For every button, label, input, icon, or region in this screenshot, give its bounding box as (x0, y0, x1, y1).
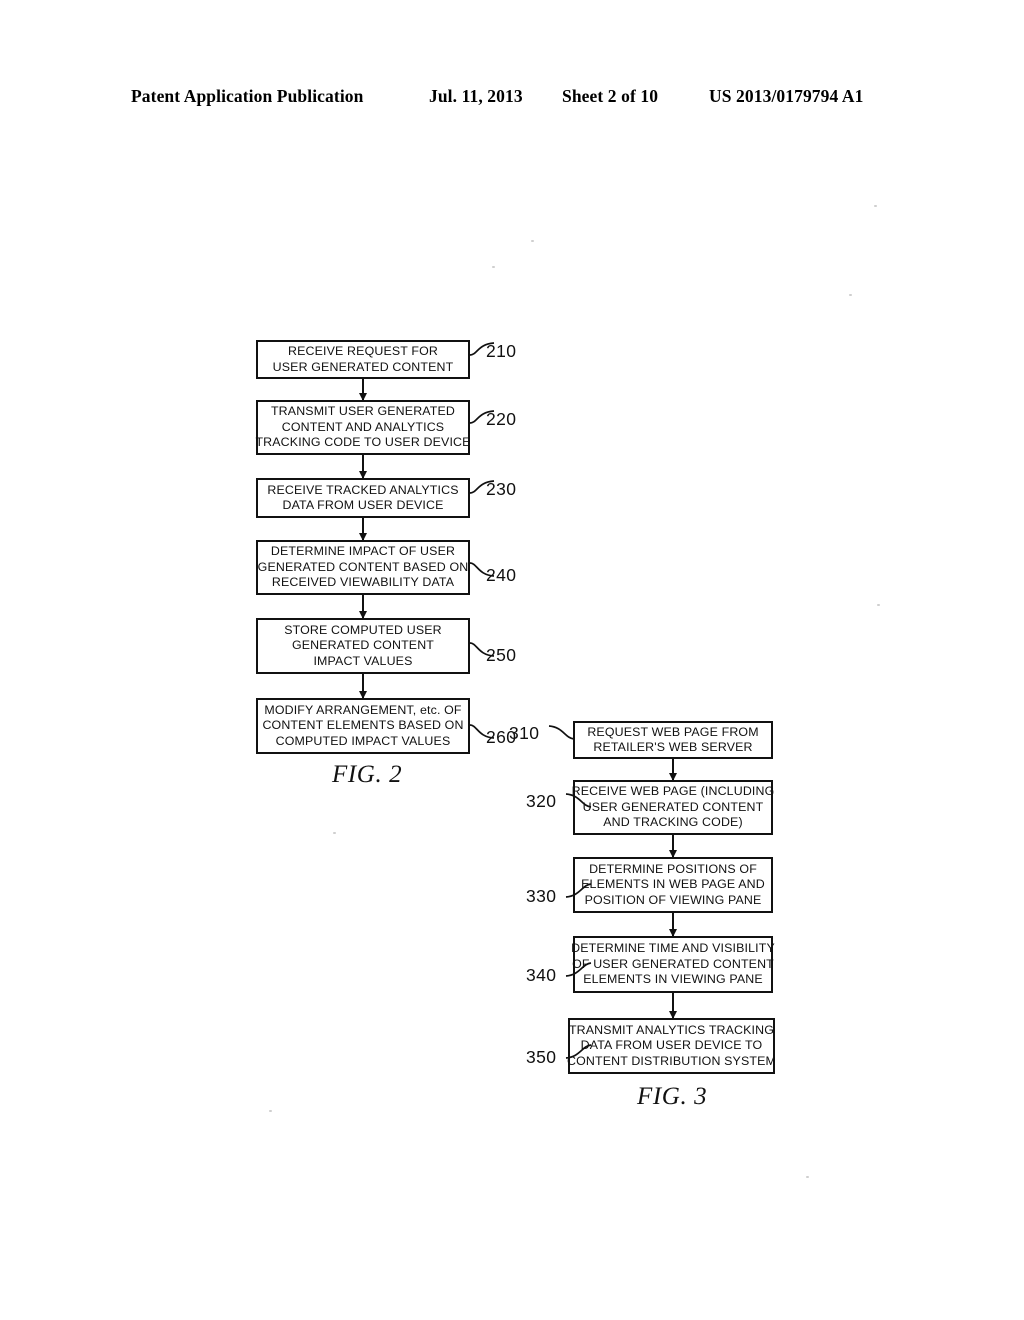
flowchart-step-250: STORE COMPUTED USER GENERATED CONTENT IM… (256, 618, 470, 674)
step-230-line-1: RECEIVE TRACKED ANALYTICS (267, 482, 459, 497)
sheet-header: Patent Application Publication Jul. 11, … (0, 86, 1024, 112)
step-320-line-1: RECEIVE WEB PAGE (INCLUDING (571, 784, 775, 799)
step-340-line-2: OF USER GENERATED CONTENT (572, 956, 774, 971)
step-260-line-3: COMPUTED IMPACT VALUES (275, 733, 451, 748)
flowchart-step-340: DETERMINE TIME AND VISIBILITY OF USER GE… (571, 936, 775, 993)
figure-2-caption: FIG. 2 (332, 761, 403, 788)
reference-numeral-350: 350 (526, 1047, 557, 1067)
step-350-line-2: DATA FROM USER DEVICE TO (580, 1038, 763, 1053)
reference-numeral-330: 330 (526, 886, 557, 906)
connector-210-220 (362, 379, 364, 400)
scan-speckle (874, 205, 877, 207)
connector-250-260 (362, 674, 364, 698)
reference-numeral-220: 220 (486, 409, 517, 429)
scan-speckle (531, 240, 534, 242)
flowchart-step-310: REQUEST WEB PAGE FROM RETAILER'S WEB SER… (573, 721, 773, 759)
reference-numeral-210: 210 (486, 341, 517, 361)
step-220-line-1: TRANSMIT USER GENERATED (270, 404, 456, 419)
step-240-line-3: RECEIVED VIEWABILITY DATA (271, 575, 455, 590)
step-250-line-1: STORE COMPUTED USER (284, 622, 442, 637)
step-260-line-2: CONTENT ELEMENTS BASED ON (262, 718, 464, 733)
header-publication-label: Patent Application Publication (131, 86, 364, 106)
leader-line-330 (565, 883, 592, 898)
step-220-line-3: TRACKING CODE TO USER DEVICE (255, 435, 471, 450)
scan-speckle (806, 1176, 809, 1178)
connector-330-340 (672, 913, 674, 936)
step-210-line-1: RECEIVE REQUEST FOR (288, 344, 438, 359)
step-210-line-2: USER GENERATED CONTENT (272, 359, 454, 374)
leader-line-310 (548, 725, 575, 740)
step-330-line-3: POSITION OF VIEWING PANE (584, 892, 762, 907)
step-250-line-3: IMPACT VALUES (313, 653, 413, 668)
step-350-line-1: TRANSMIT ANALYTICS TRACKING (568, 1022, 775, 1037)
step-220-line-2: CONTENT AND ANALYTICS (281, 419, 445, 434)
flowchart-step-350: TRANSMIT ANALYTICS TRACKING DATA FROM US… (567, 1018, 776, 1074)
step-330-line-2: ELEMENTS IN WEB PAGE AND (581, 877, 765, 892)
step-240-line-2: GENERATED CONTENT BASED ON (257, 559, 469, 574)
reference-numeral-310: 310 (509, 723, 540, 743)
reference-numeral-340: 340 (526, 965, 557, 985)
connector-240-250 (362, 595, 364, 618)
connector-320-330 (672, 835, 674, 857)
flowchart-step-320: RECEIVE WEB PAGE (INCLUDING USER GENERAT… (571, 780, 775, 835)
leader-line-320 (565, 793, 592, 808)
header-document-number: US 2013/0179794 A1 (709, 86, 864, 106)
step-250-line-2: GENERATED CONTENT (291, 638, 435, 653)
leader-line-340 (565, 962, 592, 977)
connector-220-230 (362, 455, 364, 478)
flowchart-step-230: RECEIVE TRACKED ANALYTICS DATA FROM USER… (256, 478, 470, 518)
header-sheet-number: Sheet 2 of 10 (562, 86, 659, 106)
step-320-line-2: USER GENERATED CONTENT (582, 799, 764, 814)
connector-340-350 (672, 993, 674, 1018)
scan-speckle (269, 1110, 272, 1112)
reference-numeral-250: 250 (486, 645, 517, 665)
scan-speckle (877, 604, 880, 606)
reference-numeral-230: 230 (486, 479, 517, 499)
step-340-line-3: ELEMENTS IN VIEWING PANE (583, 972, 763, 987)
flowchart-step-210: RECEIVE REQUEST FOR USER GENERATED CONTE… (256, 340, 470, 379)
scan-speckle (492, 266, 495, 268)
scan-speckle (333, 832, 336, 834)
step-310-line-1: REQUEST WEB PAGE FROM (587, 724, 759, 739)
leader-line-350 (565, 1044, 592, 1059)
step-230-line-2: DATA FROM USER DEVICE (282, 498, 444, 512)
connector-230-240 (362, 518, 364, 540)
step-240-line-1: DETERMINE IMPACT OF USER (270, 544, 456, 559)
flowchart-step-260: MODIFY ARRANGEMENT, etc. OF CONTENT ELEM… (256, 698, 470, 754)
step-340-line-1: DETERMINE TIME AND VISIBILITY (571, 941, 775, 956)
header-publication-date: Jul. 11, 2013 (429, 86, 523, 106)
step-310-line-2: RETAILER'S WEB SERVER (593, 740, 753, 754)
figure-3-caption: FIG. 3 (637, 1083, 708, 1110)
step-260-line-1: MODIFY ARRANGEMENT, etc. OF (264, 702, 462, 717)
step-330-line-1: DETERMINE POSITIONS OF (589, 861, 757, 876)
reference-numeral-240: 240 (486, 565, 517, 585)
scan-speckle (849, 294, 852, 296)
flowchart-step-240: DETERMINE IMPACT OF USER GENERATED CONTE… (256, 540, 470, 595)
step-320-line-3: AND TRACKING CODE) (603, 815, 743, 830)
flowchart-step-220: TRANSMIT USER GENERATED CONTENT AND ANAL… (255, 400, 471, 455)
reference-numeral-320: 320 (526, 791, 557, 811)
connector-310-320 (672, 759, 674, 780)
flowchart-step-330: DETERMINE POSITIONS OF ELEMENTS IN WEB P… (573, 857, 773, 913)
step-350-line-3: CONTENT DISTRIBUTION SYSTEM (567, 1053, 776, 1068)
